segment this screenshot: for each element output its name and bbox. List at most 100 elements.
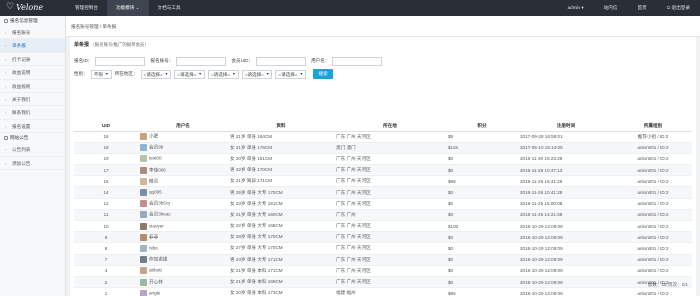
sidebar-item-add-announcement[interactable]: › 添加公告 bbox=[0, 157, 65, 170]
table-row[interactable]: 12 会员3b5cy 女 23岁 单身 大专 161CM 广东 广州 天河区 $0 201… bbox=[74, 198, 692, 210]
cell-uid: 15 bbox=[74, 175, 138, 188]
sidebar-item-contact[interactable]: › 联系我们 bbox=[0, 106, 65, 120]
cell-points: $0 bbox=[446, 265, 518, 277]
cell-uid: 10 bbox=[74, 220, 138, 233]
cell-uid: 8 bbox=[74, 242, 138, 255]
table-row[interactable]: 9 菲菲 女 28岁 单身 大专 170CM 广东 广州 天河区 $0 2016-10-2… bbox=[74, 231, 692, 244]
sidebar-item-about[interactable]: › 关于我们 bbox=[0, 93, 65, 107]
brand-logo[interactable]: ♡ Velone bbox=[6, 2, 43, 12]
cell-username[interactable]: test00 bbox=[138, 153, 228, 166]
region-select-1[interactable]: =请选择= ▼ bbox=[140, 69, 172, 79]
cell-username[interactable]: angle bbox=[138, 287, 228, 296]
cell-username[interactable]: 精灵 bbox=[138, 175, 228, 188]
cell-location: 广东 广州 天河区 bbox=[334, 254, 446, 266]
sidebar-item-signup-settings[interactable]: › 报名设置 bbox=[0, 120, 65, 134]
cell-reg-time: 2016-11-26 10:41:28 bbox=[518, 186, 614, 199]
region-select-4[interactable]: =请选择= ▼ bbox=[241, 69, 273, 79]
col-header-reg-time[interactable]: 注册时间 bbox=[518, 121, 614, 132]
top-bar: ♡ Velone 管理控制台 功能模块 ⌄ 文档与工具 admin ▾ 站内信 … bbox=[0, 0, 700, 16]
cell-profile: 男 25岁 单身 大专 170CM bbox=[228, 186, 334, 199]
cell-points: $0 bbox=[446, 242, 518, 255]
cell-reg-time: 2016-11-30 15:23:28 bbox=[518, 153, 614, 166]
cell-reg-time: 2017-09-28 16:59:01 bbox=[518, 131, 614, 143]
region-select-5[interactable]: =请选择= ▼ bbox=[275, 69, 307, 79]
table-row[interactable]: 10 xiaoyer 女 22岁 单身 大专 168CM 广东 广州 天河区 $100 2… bbox=[74, 220, 692, 233]
table-row[interactable]: 11 会员3heac 女 21岁 单身 大专 160CM 广东 广州 $0 2016-11… bbox=[74, 209, 692, 222]
cell-reg-time: 2016-11-25 14:21:58 bbox=[518, 209, 614, 222]
select-value: =请选择= bbox=[177, 71, 197, 77]
sidebar-item-earnings-rules[interactable]: › 收益规则 bbox=[0, 80, 65, 93]
cell-profile: 男 22岁 单身 170CM bbox=[228, 164, 334, 177]
table-header-row: UID 用户名 资料 所在地 积分 注册时间 所属组别 bbox=[74, 121, 692, 132]
sidebar-group-announcements[interactable]: 网站公告 bbox=[0, 133, 65, 143]
cell-uid: 9 bbox=[74, 231, 138, 244]
sidebar-item-label: 单条报 bbox=[12, 43, 26, 49]
table-row[interactable]: 16 小肥 男 21岁 单身 164CM 广东 广州 天河区 $5 2017-09-28 … bbox=[74, 131, 692, 143]
signup-id-input[interactable] bbox=[95, 56, 146, 66]
top-nav-docs[interactable]: 文档与工具 bbox=[149, 0, 190, 16]
sidebar-item-checkin-records[interactable]: › 打卡记录 bbox=[0, 53, 65, 67]
table-row[interactable]: 18 会员99 女 21岁 单身 176CM 澳门 澳门 $115 2017-05-10 … bbox=[74, 142, 692, 154]
heart-logo-icon: ♡ bbox=[6, 2, 15, 12]
cell-username[interactable]: 会员99 bbox=[138, 142, 228, 154]
col-header-points[interactable]: 积分 bbox=[446, 121, 518, 132]
table-row[interactable]: 4 abbott 女 21岁 单身 本科 171CM 广东 广州 天河区 $0 2016-… bbox=[74, 265, 692, 277]
sidebar-item-single-report[interactable]: › 单条报 bbox=[0, 39, 65, 53]
table-row[interactable]: 14 qq005 男 25岁 单身 大专 170CM 广东 广州 天河区 $0 2016-… bbox=[74, 186, 692, 199]
chevron-down-icon: ▾ bbox=[581, 5, 584, 10]
table-row[interactable]: 15 精灵 女 21岁 离异 171CM 广东 广州 天河区 $98 2016-11-26… bbox=[74, 175, 692, 188]
cell-profile: 男 21岁 单身 164CM bbox=[228, 131, 334, 143]
sidebar-item-earnings-info[interactable]: › 收益说明 bbox=[0, 66, 65, 80]
cell-username[interactable]: nibo bbox=[138, 242, 228, 255]
avatar bbox=[140, 200, 147, 208]
table-row[interactable]: 2 开心林 女 21岁 单身 本科 169CM 广东 广州 天河区 $0 2016-10-… bbox=[74, 276, 692, 289]
user-menu[interactable]: admin ▾ bbox=[558, 0, 594, 16]
top-nav-console[interactable]: 管理控制台 bbox=[66, 0, 107, 16]
cell-username[interactable]: 小肥 bbox=[138, 131, 228, 143]
avatar bbox=[140, 244, 147, 252]
cell-group: anlon001 / ID:2 bbox=[614, 175, 692, 188]
cell-username[interactable]: 李佳006 bbox=[138, 164, 228, 177]
cell-username[interactable]: xiaoyer bbox=[138, 220, 228, 233]
col-header-username[interactable]: 用户名 bbox=[138, 121, 228, 132]
table-row[interactable]: 19 test00 女 20岁 单身 161CM 广东 广州 天河区 $0 2016-11… bbox=[74, 153, 692, 166]
messages-link[interactable]: 站内信 bbox=[594, 0, 628, 16]
avatar bbox=[140, 289, 147, 296]
col-header-uid[interactable]: UID bbox=[74, 121, 138, 132]
region-select-2[interactable]: =请选择= ▼ bbox=[174, 69, 205, 79]
sidebar-item-signup-accounts[interactable]: › 报名账号 bbox=[0, 26, 65, 40]
table-row[interactable]: 1 angle 女 20岁 单身 本科 173CM 福建 福州 $65 2016-10-2… bbox=[74, 287, 692, 296]
sidebar-item-announcement-list[interactable]: › 公告列表 bbox=[0, 143, 65, 157]
signup-id-label: 报名ID： bbox=[74, 58, 93, 63]
gender-select[interactable]: 不限 ▼ bbox=[90, 69, 112, 79]
username-input[interactable] bbox=[332, 56, 383, 66]
cell-username[interactable]: abbott bbox=[138, 265, 228, 277]
cell-username[interactable]: qq005 bbox=[138, 186, 228, 199]
top-nav-modules[interactable]: 功能模块 ⌄ bbox=[106, 0, 149, 16]
table-row[interactable]: 17 李佳006 男 22岁 单身 170CM 广东 广州 天河区 $0 2016-11-… bbox=[74, 164, 692, 177]
cell-username[interactable]: 开心林 bbox=[138, 276, 228, 289]
member-uid-input[interactable] bbox=[256, 56, 307, 66]
avatar bbox=[140, 278, 147, 286]
filter-row-2: 性别： 不限 ▼ 所在地区： =请选择= ▼ =请选择= ▼ =请选择= ▼ =请选择=… bbox=[74, 69, 334, 79]
logout-link[interactable]: ⏻ 退出登录 bbox=[657, 0, 700, 16]
col-header-group[interactable]: 所属组别 bbox=[614, 121, 692, 132]
table-row[interactable]: 8 nibo 女 27岁 单身 大专 170CM 广东 广州 天河区 $0 2016-10… bbox=[74, 242, 692, 255]
region-select-3[interactable]: =请选择= ▼ bbox=[207, 69, 239, 79]
cell-points: $0 bbox=[446, 231, 518, 244]
signup-account-input[interactable] bbox=[176, 56, 227, 66]
sidebar-group-signup[interactable]: 报名信息管理 bbox=[0, 16, 65, 26]
cell-username[interactable]: 菲菲 bbox=[138, 231, 228, 244]
brand-logo-text: Velone bbox=[16, 2, 44, 12]
caret-down-icon: ▼ bbox=[164, 71, 169, 76]
chevron-down-icon: ⌄ bbox=[135, 5, 140, 10]
col-header-profile[interactable]: 资料 bbox=[228, 121, 334, 132]
table-row[interactable]: 7 你如诺维 男 24岁 单身 大专 171CM 广东 广州 天河区 $0 2016-10… bbox=[74, 254, 692, 266]
cell-username[interactable]: 会员3heac bbox=[138, 209, 228, 222]
cell-uid: 17 bbox=[74, 164, 138, 177]
home-link[interactable]: 首页 bbox=[627, 0, 656, 16]
search-button[interactable]: 搜索 bbox=[313, 69, 334, 79]
col-header-location[interactable]: 所在地 bbox=[334, 121, 446, 132]
cell-username[interactable]: 会员3b5cy bbox=[138, 198, 228, 210]
cell-username[interactable]: 你如诺维 bbox=[138, 254, 228, 266]
